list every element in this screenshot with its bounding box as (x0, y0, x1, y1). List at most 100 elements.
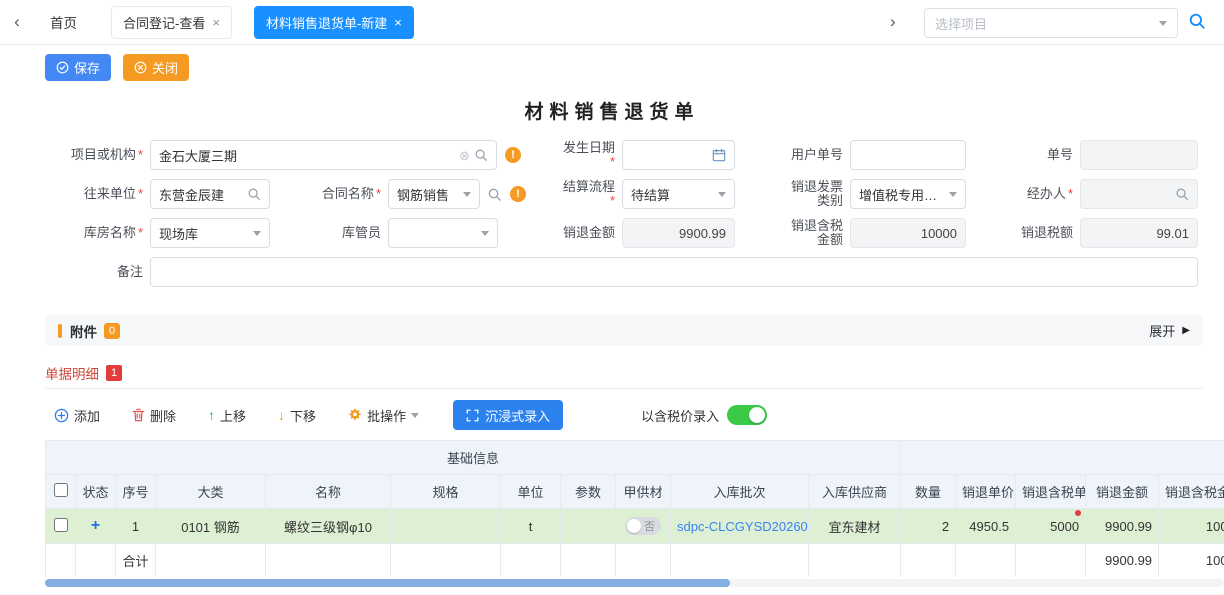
horizontal-scrollbar[interactable] (45, 579, 1224, 587)
row-unit-cell[interactable]: t (501, 509, 561, 544)
row-spec-cell[interactable] (391, 509, 501, 544)
search-icon[interactable] (474, 148, 488, 162)
close-icon[interactable]: × (212, 16, 220, 29)
owner-supplied-toggle[interactable]: 否 (625, 517, 661, 535)
chevron-down-icon (949, 192, 957, 197)
close-button[interactable]: 关闭 (123, 54, 189, 81)
chevron-down-icon (1159, 21, 1167, 26)
chevron-down-icon (718, 192, 726, 197)
project-select[interactable]: 选择项目 (924, 8, 1178, 38)
status-add-icon[interactable]: + (91, 517, 100, 534)
expand-arrow-icon: ▶ (1182, 325, 1190, 336)
close-icon[interactable]: × (394, 16, 402, 29)
counterparty-value[interactable] (159, 187, 243, 202)
close-label: 关闭 (152, 58, 178, 77)
row-price-cell[interactable]: 4950.5 (956, 509, 1016, 544)
row-category-cell[interactable]: 0101 钢筋 (156, 509, 266, 544)
attachment-bar[interactable]: 附件 0 展开 ▶ (45, 315, 1203, 346)
calendar-icon[interactable] (712, 148, 726, 162)
total-empty-cell (956, 544, 1016, 578)
chevron-down-icon (481, 231, 489, 236)
toggle-knob (627, 519, 641, 533)
warehouse-value: 现场库 (159, 224, 249, 243)
user-no-value[interactable] (859, 148, 957, 163)
row-qty-cell[interactable]: 2 (901, 509, 956, 544)
total-empty-cell (809, 544, 901, 578)
user-no-label: 用户单号 (788, 148, 850, 162)
col-name: 名称 (266, 475, 391, 509)
tab-detail-lines[interactable]: 单据明细 1 (45, 356, 122, 389)
tax-entry-toggle[interactable] (727, 405, 767, 425)
total-empty-cell (76, 544, 116, 578)
search-icon[interactable] (1188, 12, 1206, 33)
tab-material-return-new[interactable]: 材料销售退货单-新建 × (254, 6, 414, 39)
page-title: 材料销售退货单 (0, 97, 1224, 124)
info-icon[interactable]: ! (510, 186, 526, 202)
tab-contract-view[interactable]: 合同登记-查看 × (111, 6, 232, 39)
expand-button[interactable]: 展开 ▶ (1149, 321, 1190, 340)
amount-input: 9900.99 (622, 218, 735, 248)
field-tax: 销退税额 99.01 (1020, 218, 1198, 248)
row-name-cell[interactable]: 螺纹三级钢φ10 (266, 509, 391, 544)
row-supplier-cell[interactable]: 宜东建材 (809, 509, 901, 544)
warehouse-select[interactable]: 现场库 (150, 218, 270, 248)
info-icon[interactable]: ! (505, 147, 521, 163)
move-up-button[interactable]: ↑ 上移 (202, 405, 252, 426)
select-all-checkbox[interactable] (54, 483, 68, 497)
tax-input: 99.01 (1080, 218, 1198, 248)
total-label-cell: 合计 (116, 544, 156, 578)
contract-select[interactable]: 钢筋销售 (388, 179, 480, 209)
chevron-right-icon[interactable]: › (890, 12, 896, 32)
batch-operation-button[interactable]: 批操作 (342, 405, 425, 426)
total-empty-cell (156, 544, 266, 578)
clear-icon[interactable]: ⊗ (459, 149, 470, 162)
invoice-type-select[interactable]: 增值税专用发票 (850, 179, 966, 209)
row-checkbox[interactable] (54, 518, 68, 532)
total-empty-cell (391, 544, 501, 578)
row-param-cell[interactable] (561, 509, 616, 544)
search-icon[interactable] (487, 187, 502, 202)
attachment-count-badge: 0 (104, 323, 120, 339)
tab-home[interactable]: 首页 (50, 12, 77, 32)
handler-input[interactable] (1080, 179, 1198, 209)
search-icon[interactable] (1175, 187, 1189, 201)
delete-row-button[interactable]: 删除 (126, 405, 182, 426)
chevron-left-icon[interactable]: ‹ (0, 12, 34, 32)
remark-label: 备注 (45, 265, 150, 279)
detail-toolbar: 添加 删除 ↑ 上移 ↓ 下移 批操作 沉浸式录入 以含税价录入 (48, 398, 767, 432)
remark-input[interactable] (150, 257, 1198, 287)
total-amount-cell: 9900.99 (1086, 544, 1159, 578)
date-value[interactable] (631, 148, 708, 163)
project-input[interactable]: ⊗ (150, 140, 497, 170)
plus-circle-icon (54, 408, 69, 423)
search-icon[interactable] (247, 187, 261, 201)
tax-entry-label: 以含税价录入 (641, 406, 719, 425)
user-no-input[interactable] (850, 140, 966, 170)
settlement-select[interactable]: 待结算 (622, 179, 735, 209)
immersive-entry-button[interactable]: 沉浸式录入 (453, 400, 563, 430)
batch-link[interactable]: sdpc-CLCGYSD2026010 (677, 519, 809, 534)
save-button[interactable]: 保存 (45, 54, 111, 81)
move-down-button[interactable]: ↓ 下移 (272, 405, 322, 426)
row-amount-cell[interactable]: 9900.99 (1086, 509, 1159, 544)
add-row-button[interactable]: 添加 (48, 405, 106, 426)
field-contract: 合同名称 钢筋销售 ! (318, 179, 526, 209)
keeper-select[interactable] (388, 218, 498, 248)
remark-value[interactable] (159, 265, 1189, 280)
total-empty-cell (501, 544, 561, 578)
scrollbar-thumb[interactable] (45, 579, 730, 587)
immersive-label: 沉浸式录入 (485, 406, 550, 425)
total-empty-cell (46, 544, 76, 578)
toggle-knob (749, 407, 765, 423)
col-batch: 入库批次 (671, 475, 809, 509)
counterparty-input[interactable] (150, 179, 270, 209)
total-amount-tax-cell: 10000 (1159, 544, 1224, 578)
col-category: 大类 (156, 475, 266, 509)
row-price-tax-cell[interactable]: 5000 (1016, 509, 1086, 544)
row-amount-tax-cell[interactable]: 10000 (1159, 509, 1224, 544)
field-invoice-type: 销退发票类别 增值税专用发票 (788, 179, 966, 209)
keeper-label: 库管员 (318, 226, 388, 240)
project-value[interactable] (159, 148, 455, 163)
table-row[interactable]: + 1 0101 钢筋 螺纹三级钢φ10 t 否 sdpc-CLCGYSD202… (46, 509, 1224, 544)
date-input[interactable] (622, 140, 735, 170)
